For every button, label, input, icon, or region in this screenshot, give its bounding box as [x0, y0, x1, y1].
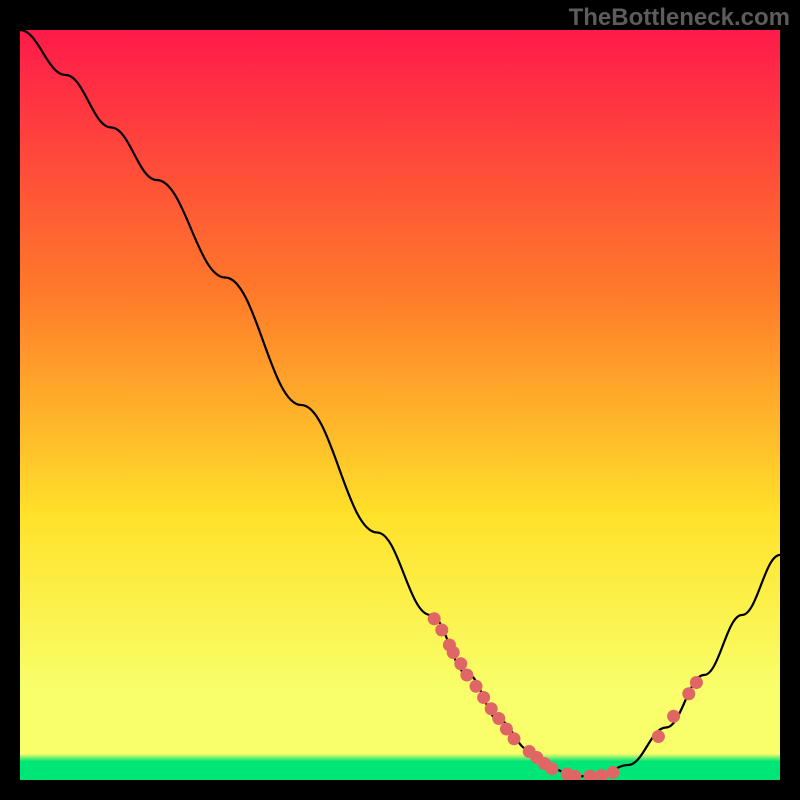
data-point [652, 730, 665, 743]
data-point [667, 710, 680, 723]
data-point [508, 732, 521, 745]
data-point [460, 669, 473, 682]
data-point [546, 762, 559, 775]
watermark-text: TheBottleneck.com [569, 4, 790, 32]
data-point [492, 712, 505, 725]
data-point [470, 680, 483, 693]
data-point [435, 624, 448, 637]
chart-container: TheBottleneck.com [0, 0, 800, 800]
plot-area [20, 30, 780, 780]
data-point [477, 691, 490, 704]
data-point [606, 766, 619, 779]
data-point [454, 657, 467, 670]
chart-svg [20, 30, 780, 780]
data-point [690, 676, 703, 689]
gradient-background [20, 30, 780, 780]
data-point [428, 612, 441, 625]
data-point [682, 687, 695, 700]
data-point [447, 646, 460, 659]
